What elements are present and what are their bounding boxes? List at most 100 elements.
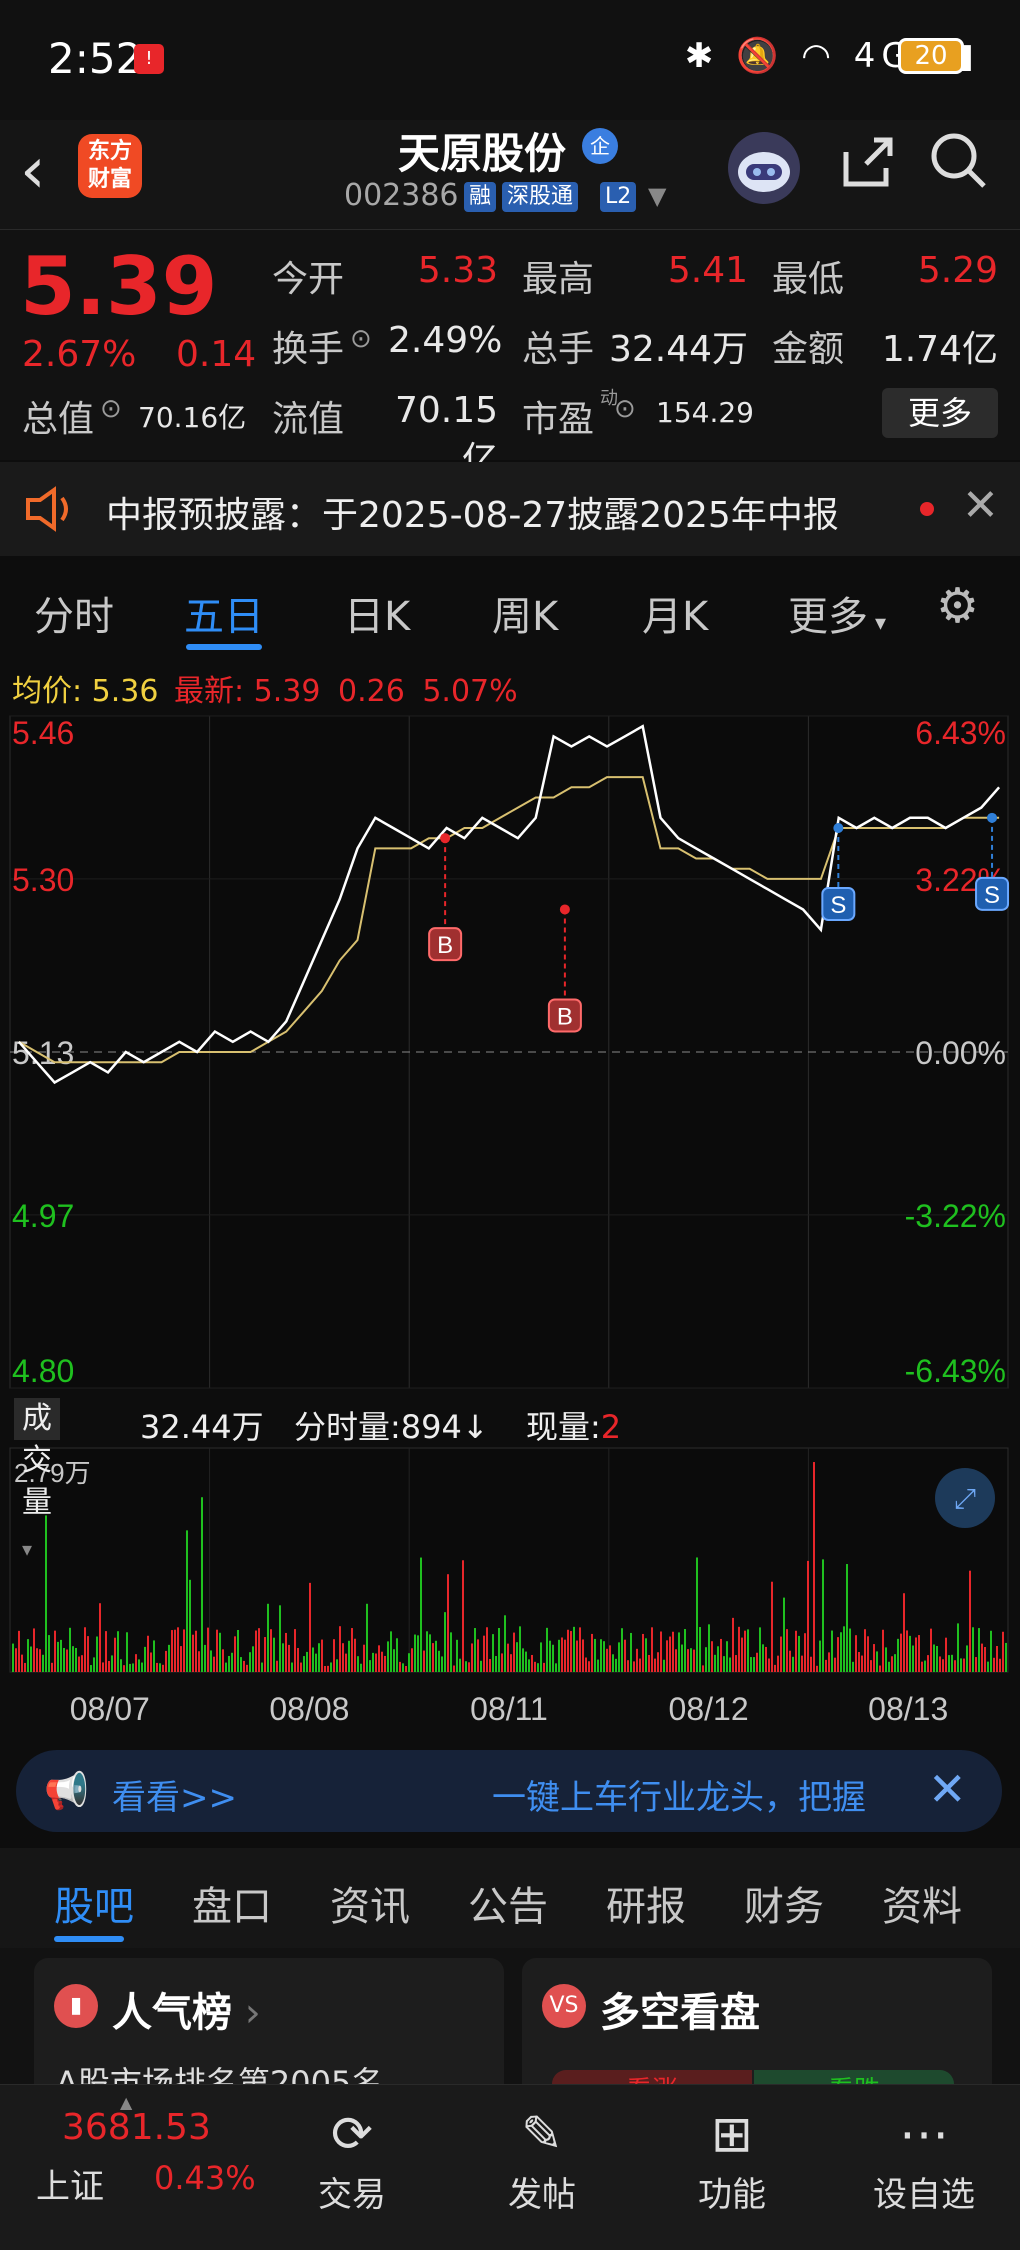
volume-bar bbox=[333, 1639, 335, 1672]
assistant-robot-icon[interactable] bbox=[728, 132, 800, 204]
level2-tag[interactable]: L2 bbox=[600, 182, 637, 212]
volume-bar bbox=[300, 1662, 302, 1672]
volume-bar bbox=[81, 1655, 83, 1672]
volume-bar bbox=[96, 1636, 98, 1672]
volume-bar bbox=[153, 1640, 155, 1672]
promo-link[interactable]: 看看>> bbox=[112, 1770, 237, 1819]
volume-bar bbox=[636, 1648, 638, 1672]
info-icon[interactable]: ⊙ bbox=[614, 394, 636, 424]
five-day-chart[interactable]: 5.46 6.43%5.30 3.22%5.13 0.00%4.97 -3.22%4.8… bbox=[0, 712, 1020, 1782]
info-icon[interactable]: ⊙ bbox=[100, 394, 122, 424]
volume-bar bbox=[975, 1657, 977, 1672]
tab-financials[interactable]: 财务 bbox=[744, 1874, 824, 1932]
volume-bar bbox=[984, 1647, 986, 1672]
volume-bar bbox=[930, 1628, 932, 1672]
tab-five-day[interactable]: 五日 bbox=[184, 584, 264, 642]
volume-bar bbox=[18, 1630, 20, 1672]
volume-bar bbox=[741, 1637, 743, 1672]
unread-dot bbox=[920, 502, 934, 516]
volume-bar bbox=[939, 1656, 941, 1672]
volume-bar bbox=[651, 1627, 653, 1672]
volume-bar bbox=[447, 1574, 449, 1672]
tab-orderbook[interactable]: 盘口 bbox=[192, 1874, 272, 1932]
share-icon[interactable] bbox=[838, 132, 898, 206]
volume-bar bbox=[45, 1515, 47, 1672]
volume-bar bbox=[540, 1642, 542, 1672]
tab-research[interactable]: 研报 bbox=[606, 1874, 686, 1932]
y-tick-label: 5.30 bbox=[12, 862, 74, 898]
volume-bar bbox=[546, 1627, 548, 1672]
volume-bar bbox=[750, 1657, 752, 1672]
tab-weekly-k[interactable]: 周K bbox=[492, 584, 558, 642]
tab-intraday[interactable]: 分时 bbox=[34, 584, 114, 642]
mktcap-label: 总值 bbox=[22, 399, 95, 440]
volume-bar bbox=[780, 1636, 782, 1672]
nav-functions-label: 功能 bbox=[698, 2175, 766, 2215]
volume-bar bbox=[912, 1645, 914, 1672]
volume-bar bbox=[360, 1663, 362, 1672]
volume-bar bbox=[36, 1648, 38, 1672]
tab-daily-k[interactable]: 日K bbox=[344, 584, 410, 642]
more-button[interactable]: 更多 bbox=[882, 388, 998, 438]
volume-bar bbox=[699, 1627, 701, 1672]
volume-bar bbox=[924, 1660, 926, 1672]
nav-post[interactable]: ✎ 发帖 bbox=[482, 2105, 602, 2216]
volume-bar bbox=[969, 1570, 971, 1672]
tab-more[interactable]: 更多 ▾ bbox=[788, 584, 886, 642]
volume-bar bbox=[792, 1656, 794, 1672]
tab-announcements[interactable]: 公告 bbox=[468, 1874, 548, 1932]
close-icon[interactable]: ✕ bbox=[962, 480, 999, 531]
volume-bar bbox=[294, 1629, 296, 1672]
index-name[interactable]: 上证 bbox=[36, 2159, 104, 2208]
volume-bar bbox=[297, 1648, 299, 1672]
nav-trade[interactable]: ⟳ 交易 bbox=[292, 2105, 412, 2216]
nav-watchlist[interactable]: ⋯ 设自选 bbox=[864, 2105, 984, 2216]
volume-bar bbox=[588, 1661, 590, 1672]
tab-news[interactable]: 资讯 bbox=[330, 1874, 410, 1932]
volume-bar bbox=[987, 1661, 989, 1672]
volume-bar bbox=[927, 1655, 929, 1672]
long-short-card[interactable]: VS 多空看盘 看涨 看跌 bbox=[522, 1958, 992, 2106]
volume-bar bbox=[654, 1658, 656, 1672]
tab-forum[interactable]: 股吧 bbox=[54, 1874, 134, 1932]
volume-bar bbox=[30, 1646, 32, 1672]
quote-panel: 5.39 2.67% 0.14 今开 5.33 最高 5.41 最低 5.29 … bbox=[0, 230, 1020, 481]
volume-bar bbox=[582, 1639, 584, 1672]
volume-bar bbox=[519, 1626, 521, 1672]
avg-label: 均价: bbox=[12, 674, 83, 709]
volume-bar bbox=[729, 1657, 731, 1672]
info-icon[interactable]: ⊙ bbox=[350, 324, 372, 354]
gear-icon[interactable]: ⚙ bbox=[936, 578, 979, 634]
volume-bar bbox=[492, 1634, 494, 1672]
app-logo[interactable]: 东方财富 bbox=[78, 134, 142, 198]
volume-bar bbox=[321, 1639, 323, 1672]
volume-bar bbox=[945, 1637, 947, 1672]
volume-bar bbox=[324, 1665, 326, 1672]
search-icon[interactable] bbox=[928, 130, 988, 204]
popularity-card[interactable]: ▮ 人气榜 › A股市场排名第2005名 bbox=[34, 1958, 504, 2102]
volume-bar bbox=[42, 1654, 44, 1672]
volume-bar bbox=[108, 1660, 110, 1672]
volume-bar bbox=[240, 1657, 242, 1672]
volume-bar bbox=[468, 1662, 470, 1672]
volume-bar bbox=[663, 1659, 665, 1672]
nav-functions[interactable]: ⊞ 功能 bbox=[672, 2105, 792, 2216]
volume-bar bbox=[642, 1633, 644, 1672]
indicator-selector[interactable]: 成交量 ▾ bbox=[14, 1398, 60, 1561]
tab-monthly-k[interactable]: 月K bbox=[642, 584, 708, 642]
active-section-indicator bbox=[54, 1936, 124, 1942]
tab-profile[interactable]: 资料 bbox=[882, 1874, 962, 1932]
volume-bar bbox=[831, 1630, 833, 1672]
volume-bar bbox=[981, 1643, 983, 1672]
volume-bar bbox=[978, 1628, 980, 1672]
close-icon[interactable]: ✕ bbox=[928, 1762, 967, 1816]
promo-banner[interactable]: 📢 看看>> 一键上车行业龙头，把握 ✕ bbox=[16, 1750, 1002, 1832]
chevron-down-icon[interactable]: ▼ bbox=[648, 182, 666, 210]
volume-bar bbox=[786, 1629, 788, 1672]
index-value[interactable]: 3681.53 bbox=[62, 2107, 211, 2148]
volume-bar bbox=[864, 1629, 866, 1672]
volume-bar bbox=[285, 1632, 287, 1672]
volume-bar bbox=[627, 1660, 629, 1672]
back-icon[interactable]: ‹ bbox=[20, 134, 46, 208]
notice-bar[interactable]: 中报预披露：于2025-08-27披露2025年中报 ✕ bbox=[0, 462, 1020, 556]
